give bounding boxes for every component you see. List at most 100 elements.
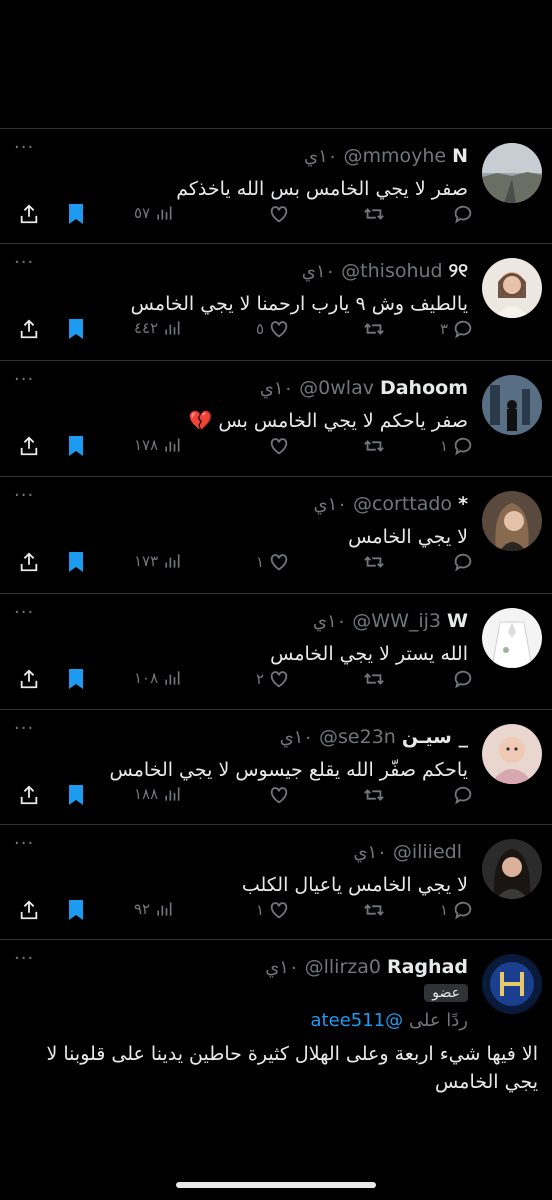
reply-button[interactable]: ٣: [440, 318, 474, 340]
display-name[interactable]: W: [447, 610, 468, 632]
more-options-icon[interactable]: ···: [14, 948, 34, 969]
timestamp[interactable]: ١٠ي: [353, 842, 386, 863]
reply-icon: [454, 437, 472, 456]
views-button[interactable]: ٤٤٢: [134, 318, 182, 338]
retweet-button[interactable]: [358, 203, 386, 225]
views-button[interactable]: ١٧٨: [134, 435, 182, 455]
more-options-icon[interactable]: ···: [14, 602, 34, 623]
bookmark-button[interactable]: [66, 899, 86, 921]
home-indicator[interactable]: [176, 1182, 376, 1188]
timestamp[interactable]: ١٠ي: [304, 146, 337, 167]
bookmark-button[interactable]: [66, 551, 86, 573]
user-handle[interactable]: @llirza0: [305, 956, 381, 978]
retweet-button[interactable]: [358, 899, 386, 921]
bookmark-button[interactable]: [66, 668, 86, 690]
views-button[interactable]: ١٨٨: [134, 784, 182, 804]
user-handle[interactable]: @thisohud: [341, 260, 442, 282]
display-name[interactable]: ୨୧: [449, 260, 468, 282]
tweet[interactable]: ୨୧ @thisohud ١٠ي ··· يالطيف وش ٩ يارب ار…: [0, 243, 552, 360]
like-button[interactable]: [264, 784, 290, 806]
like-count: ٥: [255, 320, 264, 338]
reply-button[interactable]: ١: [440, 899, 474, 921]
timestamp[interactable]: ١٠ي: [280, 727, 313, 748]
like-button[interactable]: ٢: [256, 668, 290, 690]
tweet[interactable]: @iliiedl ١٠ي ··· لا يجي الخامس ياعيال ال…: [0, 824, 552, 939]
share-button[interactable]: [18, 784, 40, 806]
display-name[interactable]: Raghad: [387, 956, 468, 978]
tweet[interactable]: سيـن _ @se23n ١٠ي ··· ياحكم صفّر الله يق…: [0, 709, 552, 824]
timestamp[interactable]: ١٠ي: [265, 957, 298, 978]
retweet-button[interactable]: [358, 435, 386, 457]
avatar[interactable]: [482, 143, 542, 203]
tweet[interactable]: Dahoom @0wlav ١٠ي ··· صفر ياحكم لا يجي ا…: [0, 360, 552, 476]
reply-mention-link[interactable]: @atee511: [311, 1010, 404, 1031]
timestamp[interactable]: ١٠ي: [313, 611, 346, 632]
retweet-button[interactable]: [358, 551, 386, 573]
tweet[interactable]: W @WW_ij3 ١٠ي ··· الله يستر لا يجي الخام…: [0, 593, 552, 709]
more-options-icon[interactable]: ···: [14, 252, 34, 273]
tweet[interactable]: N @mmoyhe ١٠ي ··· صفر لا يجي الخامس بس ا…: [0, 128, 552, 243]
retweet-button[interactable]: [358, 784, 386, 806]
views-button[interactable]: ٩٢: [134, 899, 174, 919]
more-options-icon[interactable]: ···: [14, 718, 34, 739]
user-handle[interactable]: @mmoyhe: [343, 145, 446, 167]
reply-button[interactable]: [448, 784, 474, 806]
like-button[interactable]: ١: [256, 899, 290, 921]
tweet-header: سيـن _ @se23n ١٠ي: [280, 726, 468, 748]
avatar[interactable]: [482, 608, 542, 668]
share-button[interactable]: [18, 551, 40, 573]
views-button[interactable]: ٥٧: [134, 203, 174, 223]
tweet[interactable]: Raghad @llirza0 ١٠ي ··· عضو ردًا على @at…: [0, 939, 552, 1109]
user-handle[interactable]: @iliiedl: [393, 841, 462, 863]
reply-button[interactable]: ١: [440, 435, 474, 457]
tweet-text: الا فيها شيء اربعة وعلى الهلال كثيرة حاط…: [46, 1043, 538, 1093]
tweet-actions: ١ ١٧٨: [14, 435, 472, 465]
like-button[interactable]: [264, 203, 290, 225]
avatar[interactable]: [482, 491, 542, 551]
avatar[interactable]: [482, 375, 542, 435]
share-button[interactable]: [18, 668, 40, 690]
views-button[interactable]: ١٠٨: [134, 668, 182, 688]
share-button[interactable]: [18, 899, 40, 921]
reply-button[interactable]: [448, 668, 474, 690]
user-handle[interactable]: @corttado: [353, 493, 452, 515]
avatar[interactable]: [482, 954, 542, 1014]
display-name[interactable]: Dahoom: [380, 377, 468, 399]
reply-button[interactable]: [448, 203, 474, 225]
like-button[interactable]: ٥: [256, 318, 290, 340]
user-handle[interactable]: @se23n: [319, 726, 396, 748]
more-options-icon[interactable]: ···: [14, 833, 34, 854]
share-button[interactable]: [18, 318, 40, 340]
display-name[interactable]: *: [458, 493, 468, 515]
bookmark-button[interactable]: [66, 784, 86, 806]
views-count: ١٧٨: [134, 436, 159, 454]
avatar[interactable]: [482, 724, 542, 784]
like-button[interactable]: [264, 435, 290, 457]
views-icon: [165, 787, 180, 801]
heart-icon: [270, 902, 288, 919]
tweet[interactable]: * @corttado ١٠ي ··· لا يجي الخامس ١ ١٧٣: [0, 476, 552, 593]
retweet-button[interactable]: [358, 318, 386, 340]
more-options-icon[interactable]: ···: [14, 369, 34, 390]
share-button[interactable]: [18, 435, 40, 457]
bookmark-button[interactable]: [66, 318, 86, 340]
bookmark-button[interactable]: [66, 203, 86, 225]
bookmark-button[interactable]: [66, 435, 86, 457]
user-handle[interactable]: @WW_ij3: [352, 610, 441, 632]
timestamp[interactable]: ١٠ي: [314, 494, 347, 515]
like-button[interactable]: ١: [256, 551, 290, 573]
timestamp[interactable]: ١٠ي: [302, 261, 335, 282]
bookmark-icon: [69, 319, 83, 339]
avatar[interactable]: [482, 258, 542, 318]
views-button[interactable]: ١٧٣: [134, 551, 182, 571]
reply-button[interactable]: [448, 551, 474, 573]
more-options-icon[interactable]: ···: [14, 137, 34, 158]
display-name[interactable]: N: [452, 145, 468, 167]
retweet-button[interactable]: [358, 668, 386, 690]
user-handle[interactable]: @0wlav: [299, 377, 374, 399]
more-options-icon[interactable]: ···: [14, 485, 34, 506]
avatar[interactable]: [482, 839, 542, 899]
share-button[interactable]: [18, 203, 40, 225]
timestamp[interactable]: ١٠ي: [260, 378, 293, 399]
display-name[interactable]: سيـن _: [402, 726, 468, 748]
